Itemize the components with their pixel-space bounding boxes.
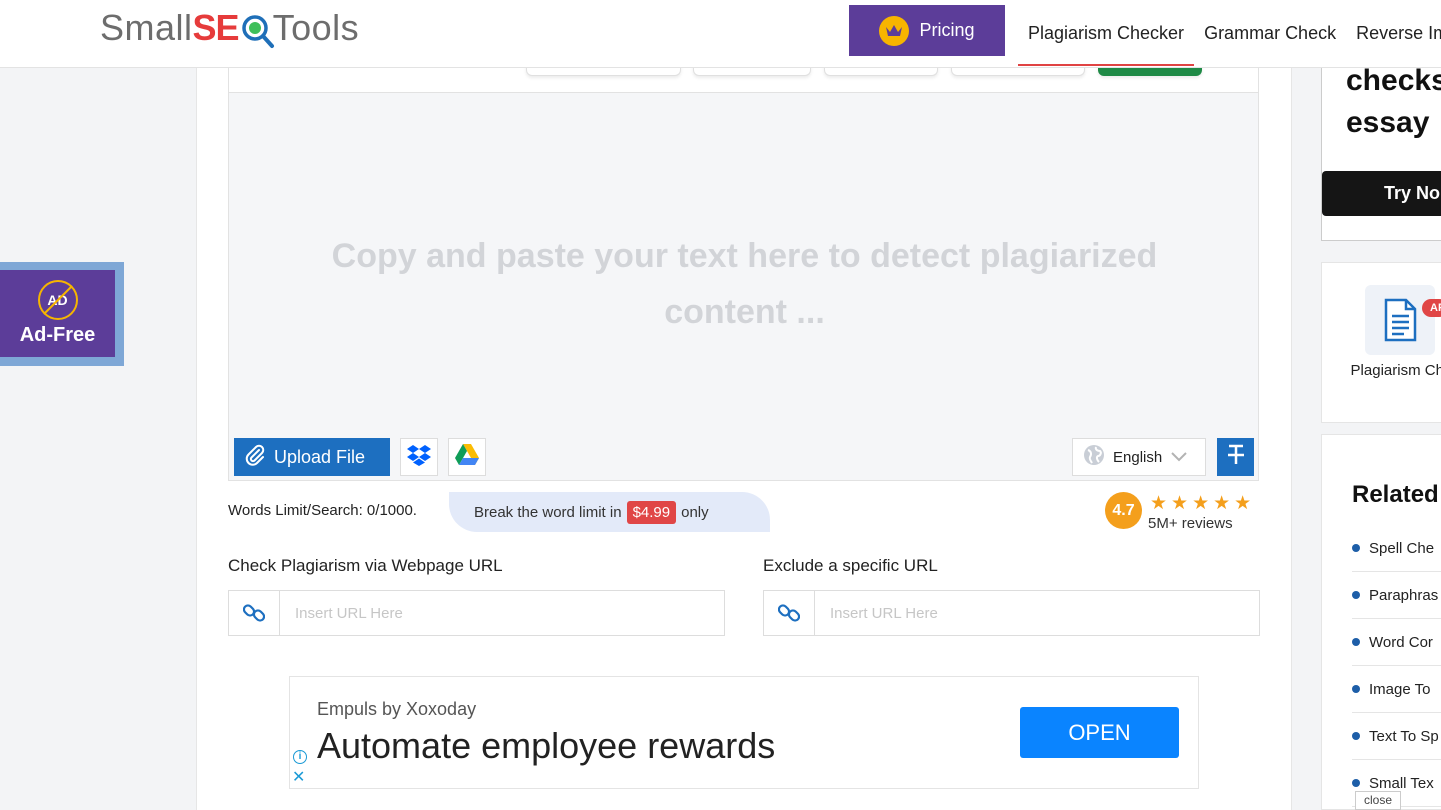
main-panel: Copy and paste your text here to detect … xyxy=(196,64,1292,810)
related-item[interactable]: Paraphras xyxy=(1352,572,1441,619)
paperclip-icon xyxy=(244,444,266,471)
api-card[interactable]: AP Plagiarism Ch API xyxy=(1321,262,1441,423)
related-item-label: Text To Sp xyxy=(1369,727,1439,745)
dropbox-icon xyxy=(407,444,431,471)
bullet-icon xyxy=(1352,685,1360,693)
words-limit-text: Words Limit/Search: 0/1000. xyxy=(228,502,417,519)
pricing-label: Pricing xyxy=(919,20,975,40)
magnifier-icon xyxy=(241,13,274,48)
ad-banner[interactable]: Empuls by Xoxoday Automate employee rewa… xyxy=(289,676,1199,789)
ad-info-icon[interactable]: i xyxy=(293,750,307,764)
exclude-url-field xyxy=(763,590,1260,636)
no-ads-icon-text: AD xyxy=(47,292,68,308)
language-select[interactable]: English xyxy=(1072,438,1206,476)
chevron-down-icon xyxy=(1170,449,1188,466)
related-item-label: Spell Che xyxy=(1369,539,1435,557)
break-limit-banner[interactable]: Break the word limit in $4.99 only xyxy=(449,492,770,532)
text-format-button[interactable] xyxy=(1217,438,1254,476)
logo-prefix: Small xyxy=(100,7,193,48)
ad-sponsor: Empuls by Xoxoday xyxy=(317,699,477,719)
document-icon xyxy=(1365,285,1435,355)
related-item[interactable]: Spell Che xyxy=(1352,525,1441,572)
ad-free-badge[interactable]: AD Ad-Free xyxy=(0,262,124,366)
logo-suffix: Tools xyxy=(272,7,360,48)
logo-seo: SE xyxy=(192,7,240,48)
nav-reverse-image[interactable]: Reverse Ima xyxy=(1346,0,1441,66)
bullet-icon xyxy=(1352,591,1360,599)
nav-plagiarism-checker[interactable]: Plagiarism Checker xyxy=(1018,0,1195,66)
bullet-icon xyxy=(1352,638,1360,646)
related-item[interactable]: Word Cor xyxy=(1352,619,1441,666)
exclude-url-input[interactable] xyxy=(815,591,1259,635)
close-ad-button[interactable]: close xyxy=(1355,791,1401,810)
ad-headline: Automate employee rewards xyxy=(317,725,776,766)
google-drive-button[interactable] xyxy=(448,438,486,476)
ad-free-inner: AD Ad-Free xyxy=(0,270,115,357)
price-tag: $4.99 xyxy=(626,500,677,524)
dropbox-button[interactable] xyxy=(400,438,438,476)
rating-stars: ★★★★★ xyxy=(1150,493,1256,514)
related-item-label: Paraphras xyxy=(1369,586,1439,604)
bullet-icon xyxy=(1352,779,1360,787)
check-url-label: Check Plagiarism via Webpage URL xyxy=(228,556,503,575)
upload-file-button[interactable]: Upload File xyxy=(234,438,390,476)
break-limit-suffix: only xyxy=(681,503,709,521)
related-tools: Related Spell Che Paraphras Word Cor Ima… xyxy=(1321,434,1441,810)
pricing-button[interactable]: Pricing xyxy=(849,5,1005,56)
site-logo[interactable]: Small SE Tools xyxy=(100,6,359,50)
rating-score: 4.7 xyxy=(1105,492,1142,529)
check-url-field xyxy=(228,590,725,636)
related-item-label: Small Tex xyxy=(1369,774,1434,792)
link-icon xyxy=(229,591,280,635)
ad-free-label: Ad-Free xyxy=(19,324,96,346)
main-nav: Plagiarism Checker Grammar Check Reverse… xyxy=(1018,0,1441,68)
bullet-icon xyxy=(1352,544,1360,552)
right-ad-text: checks essay xyxy=(1346,64,1441,139)
related-title: Related xyxy=(1352,481,1439,508)
google-drive-icon xyxy=(455,444,479,470)
language-value: English xyxy=(1113,448,1163,466)
break-limit-prefix: Break the word limit in xyxy=(474,503,622,521)
ad-open-button[interactable]: OPEN xyxy=(1020,707,1179,758)
ad-close-icon[interactable]: ✕ xyxy=(292,767,305,787)
bullet-icon xyxy=(1352,732,1360,740)
related-item[interactable]: Text To Sp xyxy=(1352,713,1441,760)
link-icon xyxy=(764,591,815,635)
related-list: Spell Che Paraphras Word Cor Image To Te… xyxy=(1352,525,1441,807)
reviews-count: 5M+ reviews xyxy=(1148,515,1233,532)
related-item-label: Word Cor xyxy=(1369,633,1433,651)
right-ad[interactable]: checks essay Try No xyxy=(1321,50,1441,241)
api-badge: AP xyxy=(1422,299,1441,317)
related-item-label: Image To xyxy=(1369,680,1431,698)
upload-file-label: Upload File xyxy=(274,446,366,467)
globe-icon xyxy=(1083,444,1105,470)
api-label: Plagiarism Ch API xyxy=(1350,362,1441,379)
check-url-input[interactable] xyxy=(280,591,724,635)
related-item[interactable]: Image To xyxy=(1352,666,1441,713)
site-header: Small SE Tools Pricing Plagiarism Checke… xyxy=(0,0,1441,68)
text-editor[interactable]: Copy and paste your text here to detect … xyxy=(228,92,1259,481)
exclude-url-label: Exclude a specific URL xyxy=(763,556,938,575)
editor-placeholder: Copy and paste your text here to detect … xyxy=(331,237,1158,331)
text-strikethrough-icon xyxy=(1226,443,1246,472)
crown-icon xyxy=(879,15,910,46)
right-ad-button[interactable]: Try No xyxy=(1322,171,1441,216)
right-ad-button-label: Try No xyxy=(1384,183,1441,203)
no-ads-icon: AD xyxy=(37,280,78,320)
nav-grammar-check[interactable]: Grammar Check xyxy=(1194,0,1346,66)
